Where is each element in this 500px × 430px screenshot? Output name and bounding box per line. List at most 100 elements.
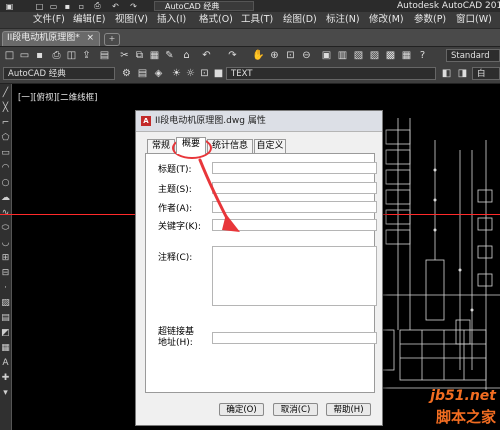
tab-custom[interactable]: 自定义: [254, 139, 286, 153]
menu-view[interactable]: 视图(V): [115, 12, 148, 28]
workspace-switcher[interactable]: AutoCAD 经典: [154, 1, 254, 11]
keywords-field[interactable]: [212, 219, 377, 231]
menu-tools[interactable]: 工具(T): [241, 12, 273, 28]
tool-palettes-icon[interactable]: ▧: [352, 49, 365, 62]
undo-icon[interactable]: ↶: [110, 0, 121, 12]
menu-parametric[interactable]: 参数(P): [414, 12, 446, 28]
subject-field[interactable]: [212, 182, 377, 194]
layer-state-icon[interactable]: ◈: [152, 67, 165, 80]
layer-color-icon[interactable]: ■: [212, 67, 225, 80]
undo-icon[interactable]: ↶: [200, 49, 213, 62]
markup-icon[interactable]: ▩: [384, 49, 397, 62]
dialog-title-bar[interactable]: A II段电动机原理图.dwg 属性: [136, 111, 382, 132]
title-label: 标题(T):: [158, 165, 192, 175]
redo-icon[interactable]: ↷: [128, 0, 139, 12]
make-current-icon[interactable]: ◧: [440, 67, 453, 80]
publish-icon[interactable]: ⇪: [80, 49, 93, 62]
new-icon[interactable]: □: [34, 0, 45, 12]
arc-icon[interactable]: ◠: [0, 161, 11, 175]
print-icon[interactable]: ⎙: [92, 0, 103, 12]
hyperlink-base-field[interactable]: [212, 332, 377, 344]
table-icon[interactable]: ▦: [0, 341, 11, 355]
paste-icon[interactable]: ▦: [148, 49, 161, 62]
add-selected-icon[interactable]: ✚: [0, 371, 11, 385]
tab-summary[interactable]: 概要: [176, 137, 206, 154]
design-center-icon[interactable]: ▥: [336, 49, 349, 62]
new-tab-button[interactable]: +: [104, 33, 120, 46]
zoom-window-icon[interactable]: ⊡: [284, 49, 297, 62]
workspace-combo[interactable]: AutoCAD 经典: [3, 67, 115, 80]
app-menu-icon[interactable]: ▣: [4, 0, 15, 12]
viewport-controls[interactable]: [一][俯视][二维线框]: [18, 91, 97, 103]
block-editor-icon[interactable]: ⌂: [180, 49, 193, 62]
file-tab[interactable]: II段电动机原理图* ×: [2, 31, 100, 46]
region-icon[interactable]: ◩: [0, 326, 11, 340]
open-icon[interactable]: ▭: [18, 49, 31, 62]
menu-bar: 文件(F) 编辑(E) 视图(V) 插入(I) 格式(O) 工具(T) 绘图(D…: [0, 12, 500, 29]
menu-edit[interactable]: 编辑(E): [73, 12, 105, 28]
zoom-realtime-icon[interactable]: ⊕: [268, 49, 281, 62]
menu-insert[interactable]: 插入(I): [157, 12, 186, 28]
insert-block-icon[interactable]: ⊞: [0, 251, 11, 265]
cancel-button[interactable]: 取消(C): [273, 403, 318, 416]
layer-combo[interactable]: TEXT: [226, 67, 436, 80]
plot-icon[interactable]: ⎙: [50, 49, 63, 62]
menu-format[interactable]: 格式(O): [199, 12, 233, 28]
tab-general[interactable]: 常规: [147, 139, 175, 153]
lock-icon[interactable]: ⊡: [198, 67, 211, 80]
polygon-icon[interactable]: ⬠: [0, 131, 11, 145]
color-combo[interactable]: 白: [472, 67, 500, 80]
make-block-icon[interactable]: ⊟: [0, 266, 11, 280]
layer-previous-icon[interactable]: ◨: [456, 67, 469, 80]
save-icon[interactable]: ▪: [62, 0, 73, 12]
match-properties-icon[interactable]: ✎: [163, 49, 176, 62]
circle-icon[interactable]: ○: [0, 176, 11, 190]
menu-file[interactable]: 文件(F): [33, 12, 65, 28]
menu-window[interactable]: 窗口(W): [456, 12, 492, 28]
menu-dimension[interactable]: 标注(N): [326, 12, 360, 28]
scroll-icon[interactable]: ▾: [0, 386, 11, 400]
saveas-icon[interactable]: ▫: [76, 0, 87, 12]
menu-draw[interactable]: 绘图(D): [283, 12, 317, 28]
revision-cloud-icon[interactable]: ☁: [0, 191, 11, 205]
light-bulb-icon[interactable]: ☀: [170, 67, 183, 80]
mtext-icon[interactable]: A: [0, 356, 11, 370]
help-icon[interactable]: ?: [416, 49, 429, 62]
author-field[interactable]: [212, 201, 377, 213]
copy-icon[interactable]: ⧉: [133, 49, 146, 62]
line-icon[interactable]: ╱: [0, 86, 11, 100]
zoom-previous-icon[interactable]: ⊖: [300, 49, 313, 62]
spline-icon[interactable]: ∿: [0, 206, 11, 220]
calculator-icon[interactable]: ▦: [400, 49, 413, 62]
tab-statistics[interactable]: 统计信息: [207, 139, 253, 153]
comments-textarea[interactable]: [212, 246, 377, 306]
3d-print-icon[interactable]: ▤: [98, 49, 111, 62]
preview-icon[interactable]: ◫: [65, 49, 78, 62]
cut-icon[interactable]: ✂: [118, 49, 131, 62]
gradient-icon[interactable]: ▤: [0, 311, 11, 325]
polyline-icon[interactable]: ⌐: [0, 116, 11, 130]
title-field[interactable]: [212, 162, 377, 174]
open-icon[interactable]: ▭: [48, 0, 59, 12]
hatch-icon[interactable]: ▨: [0, 296, 11, 310]
sun-icon[interactable]: ☼: [184, 67, 197, 80]
construction-line-icon[interactable]: ╳: [0, 101, 11, 115]
point-icon[interactable]: ·: [0, 281, 11, 295]
properties-icon[interactable]: ▣: [320, 49, 333, 62]
style-combo[interactable]: Standard: [446, 49, 500, 62]
settings-icon[interactable]: ⚙: [120, 67, 133, 80]
autocad-app-icon: A: [141, 116, 151, 126]
sheet-set-icon[interactable]: ▨: [368, 49, 381, 62]
new-icon[interactable]: □: [3, 49, 16, 62]
close-tab-icon[interactable]: ×: [86, 32, 94, 45]
ok-button[interactable]: 确定(O): [219, 403, 264, 416]
help-button[interactable]: 帮助(H): [326, 403, 371, 416]
rectangle-icon[interactable]: ▭: [0, 146, 11, 160]
ellipse-icon[interactable]: ⬭: [0, 221, 11, 235]
ellipse-arc-icon[interactable]: ◡: [0, 236, 11, 250]
redo-icon[interactable]: ↷: [226, 49, 239, 62]
layer-manager-icon[interactable]: ▤: [136, 67, 149, 80]
pan-icon[interactable]: ✋: [252, 49, 265, 62]
menu-modify[interactable]: 修改(M): [369, 12, 404, 28]
save-icon[interactable]: ▪: [33, 49, 46, 62]
